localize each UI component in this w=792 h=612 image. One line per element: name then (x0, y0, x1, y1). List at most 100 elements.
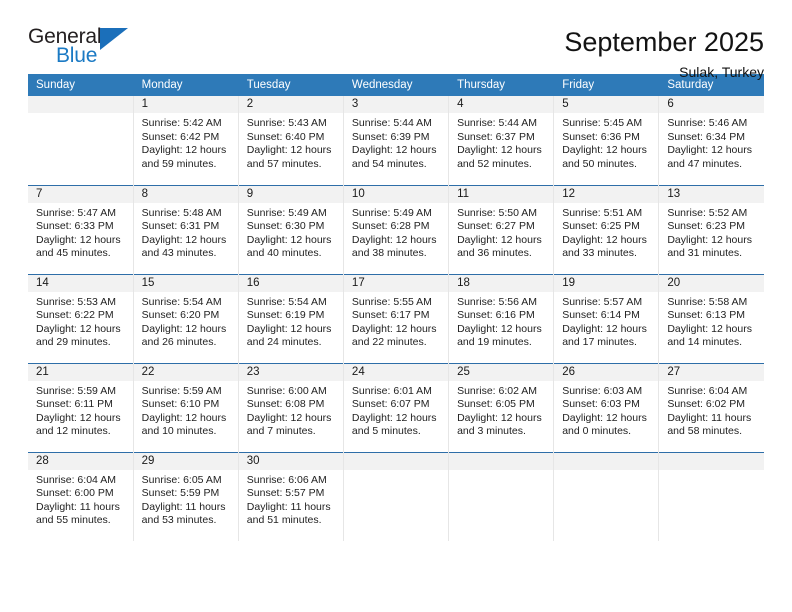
day-details: Sunrise: 6:06 AM Sunset: 5:57 PM Daylight:… (239, 470, 343, 528)
sunset-text: Sunset: 6:31 PM (141, 220, 220, 233)
general-blue-logo[interactable]: General Blue (28, 26, 148, 72)
day-cell-empty (343, 451, 450, 541)
calendar-week-row: 14 Sunrise: 5:53 AM Sunset: 6:22 PM Dayligh… (28, 273, 764, 363)
day-cell[interactable]: 12 Sunrise: 5:51 AM Sunset: 6:25 PM Dayligh… (553, 184, 660, 274)
daylight-text-line1: Daylight: 11 hours (141, 500, 226, 513)
day-cell[interactable]: 16 Sunrise: 5:54 AM Sunset: 6:19 PM Dayligh… (238, 273, 344, 363)
sunset-text: Sunset: 6:37 PM (457, 130, 535, 143)
sunset-text: Sunset: 6:07 PM (351, 398, 430, 411)
day-cell[interactable]: 26 Sunrise: 6:03 AM Sunset: 6:03 PM Dayligh… (553, 362, 660, 452)
day-details: Sunrise: 5:47 AM Sunset: 6:33 PM Daylight:… (28, 203, 132, 261)
daylight-text-line1: Daylight: 12 hours (667, 322, 752, 335)
daylight-text-line1: Daylight: 12 hours (141, 411, 227, 424)
daylight-text-line2: and 36 minutes. (457, 247, 532, 260)
daylight-text-line2: and 3 minutes. (457, 425, 526, 438)
day-cell[interactable]: 9 Sunrise: 5:49 AM Sunset: 6:30 PM Daylight… (238, 184, 344, 274)
day-cell[interactable]: 30 Sunrise: 6:06 AM Sunset: 5:57 PM Dayligh… (238, 451, 344, 541)
day-cell[interactable]: 15 Sunrise: 5:54 AM Sunset: 6:20 PM Dayligh… (133, 273, 239, 363)
day-details: Sunrise: 5:44 AM Sunset: 6:39 PM Daylight:… (344, 113, 448, 171)
day-cell[interactable]: 6 Sunrise: 5:46 AM Sunset: 6:34 PM Daylight… (659, 96, 764, 185)
day-cell-empty (553, 451, 660, 541)
day-number: 2 (238, 96, 343, 113)
day-cell[interactable]: 20 Sunrise: 5:58 AM Sunset: 6:13 PM Dayligh… (658, 273, 764, 363)
day-details: Sunrise: 5:42 AM Sunset: 6:42 PM Daylight:… (134, 113, 238, 171)
sunset-text: Sunset: 5:59 PM (141, 487, 220, 500)
day-number: 19 (554, 275, 658, 292)
calendar-week-row: 7 Sunrise: 5:47 AM Sunset: 6:33 PM Daylight… (28, 184, 764, 274)
day-details: Sunrise: 6:00 AM Sunset: 6:08 PM Daylight:… (239, 381, 343, 439)
day-cell[interactable]: 10 Sunrise: 5:49 AM Sunset: 6:28 PM Dayligh… (343, 184, 450, 274)
day-number: 17 (343, 275, 448, 292)
day-cell[interactable]: 24 Sunrise: 6:01 AM Sunset: 6:07 PM Dayligh… (343, 362, 450, 452)
day-details: Sunrise: 5:49 AM Sunset: 6:30 PM Daylight:… (239, 203, 343, 261)
day-number: 28 (28, 453, 133, 470)
day-details: Sunrise: 5:53 AM Sunset: 6:22 PM Daylight:… (28, 292, 132, 350)
daylight-text-line1: Daylight: 12 hours (562, 322, 647, 335)
day-cell[interactable]: 2 Sunrise: 5:43 AM Sunset: 6:40 PM Daylight… (238, 96, 344, 185)
sunrise-text: Sunrise: 5:44 AM (351, 117, 432, 129)
day-cell[interactable]: 25 Sunrise: 6:02 AM Sunset: 6:05 PM Dayligh… (448, 362, 555, 452)
day-details: Sunrise: 5:50 AM Sunset: 6:27 PM Daylight:… (449, 203, 553, 261)
day-cell[interactable]: 17 Sunrise: 5:55 AM Sunset: 6:17 PM Dayligh… (343, 273, 450, 363)
day-details: Sunrise: 5:48 AM Sunset: 6:31 PM Daylight:… (134, 203, 238, 261)
day-cell[interactable]: 19 Sunrise: 5:57 AM Sunset: 6:14 PM Dayligh… (553, 273, 660, 363)
day-cell[interactable]: 4 Sunrise: 5:44 AM Sunset: 6:37 PM Daylight… (448, 96, 555, 185)
daylight-text-line2: and 54 minutes. (351, 157, 427, 170)
day-cell[interactable]: 3 Sunrise: 5:44 AM Sunset: 6:39 PM Daylight… (343, 96, 450, 185)
daylight-text-line2: and 58 minutes. (667, 425, 743, 438)
day-cell[interactable]: 21 Sunrise: 5:59 AM Sunset: 6:11 PM Dayligh… (28, 362, 134, 452)
daylight-text-line1: Daylight: 12 hours (141, 322, 227, 335)
day-cell[interactable]: 5 Sunrise: 5:45 AM Sunset: 6:36 PM Daylight… (553, 96, 660, 185)
triangle-icon (100, 28, 128, 50)
daylight-text-line1: Daylight: 12 hours (457, 144, 542, 157)
day-cell[interactable]: 11 Sunrise: 5:50 AM Sunset: 6:27 PM Dayligh… (448, 184, 555, 274)
day-number (659, 453, 764, 470)
day-number: 7 (28, 186, 133, 203)
day-details: Sunrise: 5:57 AM Sunset: 6:14 PM Daylight:… (554, 292, 658, 350)
sunrise-text: Sunrise: 5:43 AM (246, 117, 327, 129)
day-number: 27 (659, 364, 764, 381)
sunset-text: Sunset: 6:10 PM (141, 398, 220, 411)
sunrise-text: Sunrise: 6:06 AM (246, 473, 327, 486)
daylight-text-line2: and 43 minutes. (141, 247, 217, 260)
daylight-text-line1: Daylight: 12 hours (36, 322, 121, 335)
day-number: 14 (28, 275, 133, 292)
sunset-text: Sunset: 6:13 PM (667, 309, 745, 322)
day-cell[interactable]: 27 Sunrise: 6:04 AM Sunset: 6:02 PM Dayligh… (658, 362, 764, 452)
calendar-body: 1 Sunrise: 5:42 AM Sunset: 6:42 PM Daylight… (28, 96, 764, 541)
daylight-text-line1: Daylight: 12 hours (351, 322, 437, 335)
day-cell[interactable]: 18 Sunrise: 5:56 AM Sunset: 6:16 PM Dayligh… (448, 273, 555, 363)
sunrise-text: Sunrise: 5:46 AM (667, 117, 748, 129)
day-cell[interactable]: 29 Sunrise: 6:05 AM Sunset: 5:59 PM Dayligh… (133, 451, 239, 541)
daylight-text-line1: Daylight: 12 hours (246, 322, 332, 335)
day-cell[interactable]: 22 Sunrise: 5:59 AM Sunset: 6:10 PM Dayligh… (133, 362, 239, 452)
day-cell[interactable]: 8 Sunrise: 5:48 AM Sunset: 6:31 PM Daylight… (133, 184, 239, 274)
sunset-text: Sunset: 6:02 PM (667, 398, 745, 411)
daylight-text-line2: and 47 minutes. (667, 157, 743, 170)
sunrise-text: Sunrise: 5:51 AM (562, 206, 643, 219)
day-number: 8 (133, 186, 238, 203)
weekday-header-sunday: Sunday (28, 74, 134, 96)
day-cell[interactable]: 13 Sunrise: 5:52 AM Sunset: 6:23 PM Dayligh… (658, 184, 764, 274)
day-cell[interactable]: 14 Sunrise: 5:53 AM Sunset: 6:22 PM Dayligh… (28, 273, 134, 363)
sunrise-text: Sunrise: 5:57 AM (562, 295, 643, 308)
daylight-text-line2: and 7 minutes. (246, 425, 316, 438)
sunrise-sunset-calendar: Sunday Monday Tuesday Wednesday Thursday Frid… (28, 74, 764, 541)
day-details: Sunrise: 5:52 AM Sunset: 6:23 PM Daylight:… (659, 203, 764, 261)
daylight-text-line2: and 26 minutes. (141, 336, 217, 349)
day-details: Sunrise: 5:43 AM Sunset: 6:40 PM Daylight:… (239, 113, 343, 171)
day-cell[interactable]: 7 Sunrise: 5:47 AM Sunset: 6:33 PM Daylight… (28, 184, 134, 274)
day-number: 6 (659, 96, 764, 113)
day-cell[interactable]: 28 Sunrise: 6:04 AM Sunset: 6:00 PM Dayligh… (28, 451, 134, 541)
daylight-text-line1: Daylight: 12 hours (457, 411, 542, 424)
day-number: 5 (554, 96, 658, 113)
day-cell[interactable]: 23 Sunrise: 6:00 AM Sunset: 6:08 PM Dayligh… (238, 362, 344, 452)
day-number: 16 (238, 275, 343, 292)
day-details: Sunrise: 5:54 AM Sunset: 6:20 PM Daylight:… (134, 292, 238, 350)
day-cell[interactable]: 1 Sunrise: 5:42 AM Sunset: 6:42 PM Daylight… (133, 96, 239, 185)
sunset-text: Sunset: 6:00 PM (36, 487, 114, 500)
daylight-text-line2: and 12 minutes. (36, 425, 111, 438)
daylight-text-line2: and 51 minutes. (246, 514, 322, 527)
daylight-text-line2: and 19 minutes. (457, 336, 532, 349)
daylight-text-line2: and 38 minutes. (351, 247, 427, 260)
